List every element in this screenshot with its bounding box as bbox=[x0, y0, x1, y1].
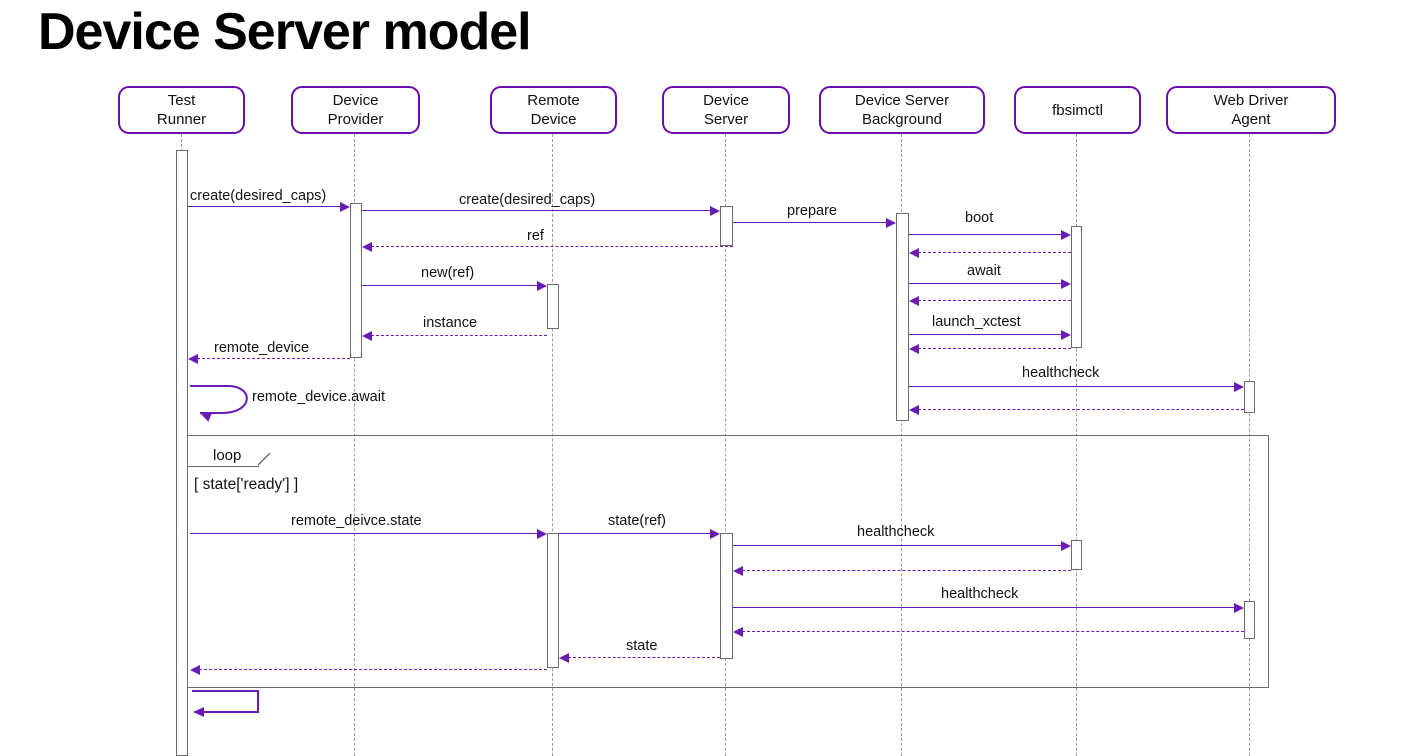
message-label-healthcheck: healthcheck bbox=[857, 524, 935, 540]
message-line-create-desired-caps- bbox=[362, 210, 711, 211]
message-line-reply-22 bbox=[199, 669, 547, 670]
message-line-healthcheck bbox=[909, 386, 1235, 387]
message-line-create-desired-caps- bbox=[188, 206, 341, 207]
message-arrowhead-11 bbox=[909, 343, 919, 354]
message-label-state-ref-: state(ref) bbox=[608, 513, 667, 529]
message-label-new-ref-: new(ref) bbox=[421, 265, 475, 281]
participant-label-test-runner: Test Runner bbox=[156, 92, 207, 128]
message-line-healthcheck bbox=[733, 545, 1062, 546]
participant-label-device-server: Device Server bbox=[703, 92, 749, 128]
message-label-instance: instance bbox=[423, 315, 478, 331]
loop-fragment-tab-notch-fill bbox=[256, 451, 270, 465]
message-label-prepare: prepare bbox=[787, 203, 837, 219]
message-arrowhead-2 bbox=[886, 217, 896, 228]
message-label-remote-deivce-state: remote_deivce.state bbox=[291, 513, 422, 529]
sequence-diagram-canvas: Device Server model loop [ state['ready']… bbox=[0, 0, 1402, 756]
message-arrowhead-16 bbox=[710, 528, 720, 539]
activation-bar-web-driver-agent bbox=[1244, 381, 1255, 413]
message-arrowhead-9 bbox=[1061, 329, 1071, 340]
message-label-state: state bbox=[626, 638, 658, 654]
activation-bar-device-server bbox=[720, 533, 733, 659]
message-arrowhead-3 bbox=[1061, 229, 1071, 240]
participant-label-device-provider: Device Provider bbox=[327, 92, 384, 128]
message-arrowhead-4 bbox=[909, 247, 919, 258]
message-label-healthcheck: healthcheck bbox=[941, 586, 1019, 602]
message-line-prepare bbox=[733, 222, 887, 223]
message-arrowhead-17 bbox=[1061, 540, 1071, 551]
message-line-reply-20 bbox=[742, 631, 1244, 632]
message-arrowhead-5 bbox=[362, 241, 372, 252]
message-arrowhead-20 bbox=[733, 626, 743, 637]
activation-bar-web-driver-agent bbox=[1244, 601, 1255, 639]
message-line-new-ref- bbox=[362, 285, 538, 286]
participant-device-server-background[interactable]: Device Server Background bbox=[819, 86, 985, 134]
message-line-launch-xctest bbox=[909, 334, 1062, 335]
message-arrowhead-6 bbox=[1061, 278, 1071, 289]
self-call-label-remote-device-await: remote_device.await bbox=[252, 389, 385, 405]
self-call-remote-device-await bbox=[188, 383, 258, 426]
message-arrowhead-10 bbox=[362, 330, 372, 341]
message-arrowhead-12 bbox=[188, 353, 198, 364]
message-label-boot: boot bbox=[965, 210, 994, 226]
loop-fragment-guard-label: [ state['ready'] ] bbox=[194, 476, 299, 493]
message-line-reply-18 bbox=[742, 570, 1071, 571]
message-arrowhead-18 bbox=[733, 565, 743, 576]
activation-bar-remote-device bbox=[547, 284, 559, 329]
message-line-reply-11 bbox=[918, 348, 1071, 349]
loop-fragment-kind-label: loop bbox=[213, 447, 242, 464]
participant-device-server[interactable]: Device Server bbox=[662, 86, 790, 134]
message-line-await bbox=[909, 283, 1062, 284]
message-arrowhead-22 bbox=[190, 664, 200, 675]
message-label-create-desired-caps-: create(desired_caps) bbox=[190, 188, 327, 204]
activation-bar-device-server bbox=[720, 206, 733, 246]
message-line-reply-8 bbox=[918, 300, 1071, 301]
activation-bar-device-provider bbox=[350, 203, 362, 358]
activation-bar-fbsimctl bbox=[1071, 540, 1082, 570]
message-line-state-ref- bbox=[559, 533, 711, 534]
participant-remote-device[interactable]: Remote Device bbox=[490, 86, 617, 134]
participant-label-remote-device: Remote Device bbox=[527, 92, 580, 128]
message-line-state bbox=[568, 657, 720, 658]
message-label-await: await bbox=[967, 263, 1001, 279]
activation-bar-device-server-background bbox=[896, 213, 909, 421]
message-line-remote-device bbox=[197, 358, 350, 359]
message-line-reply-4 bbox=[918, 252, 1071, 253]
message-arrowhead-1 bbox=[710, 205, 720, 216]
message-arrowhead-14 bbox=[909, 404, 919, 415]
message-line-healthcheck bbox=[733, 607, 1235, 608]
activation-bar-remote-device bbox=[547, 533, 559, 668]
message-line-boot bbox=[909, 234, 1062, 235]
participant-device-provider[interactable]: Device Provider bbox=[291, 86, 420, 134]
message-arrowhead-13 bbox=[1234, 381, 1244, 392]
message-arrowhead-7 bbox=[537, 280, 547, 291]
message-label-ref: ref bbox=[527, 228, 544, 244]
participant-test-runner[interactable]: Test Runner bbox=[118, 86, 245, 134]
participant-fbsimctl[interactable]: fbsimctl bbox=[1014, 86, 1141, 134]
message-arrowhead-8 bbox=[909, 295, 919, 306]
message-line-ref bbox=[371, 246, 733, 247]
activation-bar-test-runner bbox=[176, 150, 188, 756]
message-arrowhead-19 bbox=[1234, 602, 1244, 613]
message-line-remote-deivce-state bbox=[190, 533, 538, 534]
message-label-create-desired-caps-: create(desired_caps) bbox=[459, 192, 596, 208]
message-arrowhead-21 bbox=[559, 652, 569, 663]
participant-web-driver-agent[interactable]: Web Driver Agent bbox=[1166, 86, 1336, 134]
self-call-final-self-call bbox=[190, 689, 260, 720]
message-arrowhead-0 bbox=[340, 201, 350, 212]
message-label-launch-xctest: launch_xctest bbox=[932, 314, 1021, 330]
message-line-reply-14 bbox=[918, 409, 1244, 410]
message-label-remote-device: remote_device bbox=[214, 340, 310, 356]
message-label-healthcheck: healthcheck bbox=[1022, 365, 1100, 381]
page-title: Device Server model bbox=[38, 3, 532, 61]
participant-label-fbsimctl: fbsimctl bbox=[1052, 101, 1103, 119]
activation-bar-fbsimctl bbox=[1071, 226, 1082, 348]
message-arrowhead-15 bbox=[537, 528, 547, 539]
message-line-instance bbox=[371, 335, 547, 336]
participant-label-device-server-background: Device Server Background bbox=[854, 92, 950, 128]
participant-label-web-driver-agent: Web Driver Agent bbox=[1213, 92, 1289, 128]
